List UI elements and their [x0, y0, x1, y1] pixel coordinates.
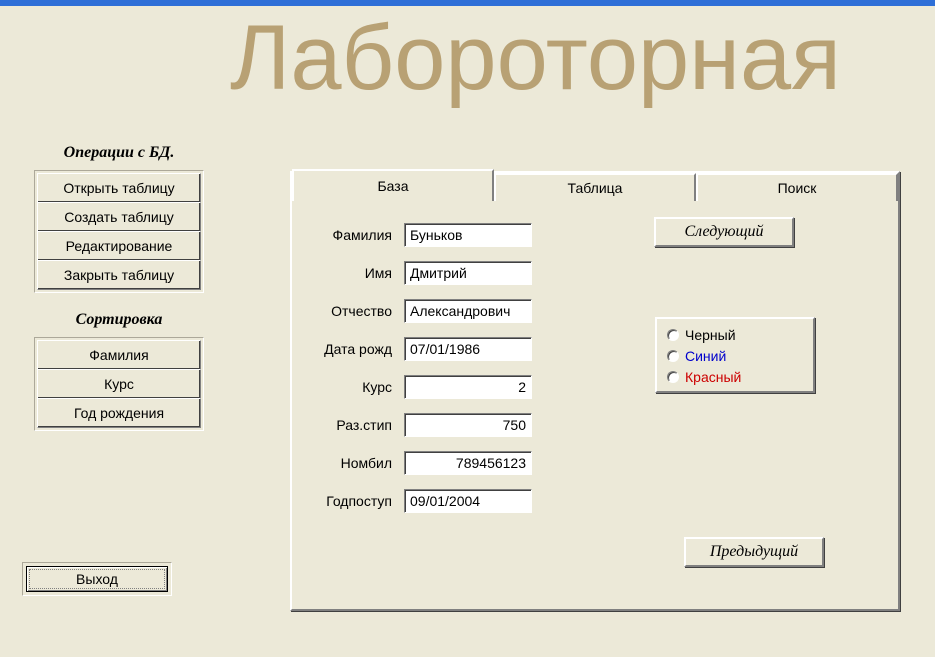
sort-course-button[interactable]: Курс	[37, 369, 201, 399]
sort-group: Фамилия Курс Год рождения	[34, 337, 204, 431]
row-enroll: Годпоступ	[304, 489, 886, 513]
input-surname[interactable]	[404, 223, 532, 247]
main-panel: База Таблица Поиск Фамилия Имя Отчество …	[290, 171, 900, 611]
radio-label-red: Красный	[685, 369, 741, 385]
input-patronymic[interactable]	[404, 299, 532, 323]
create-table-button[interactable]: Создать таблицу	[37, 202, 201, 232]
label-ticket: Номбил	[304, 455, 404, 471]
radio-label-blue: Синий	[685, 348, 726, 364]
sort-surname-button[interactable]: Фамилия	[37, 340, 201, 370]
edit-button[interactable]: Редактирование	[37, 231, 201, 261]
exit-button[interactable]: Выход	[26, 566, 168, 592]
input-course[interactable]	[404, 375, 532, 399]
tab-search[interactable]: Поиск	[696, 173, 898, 201]
row-stipend: Раз.стип	[304, 413, 886, 437]
open-table-button[interactable]: Открыть таблицу	[37, 173, 201, 203]
row-surname: Фамилия	[304, 223, 886, 247]
label-surname: Фамилия	[304, 227, 404, 243]
tab-table[interactable]: Таблица	[494, 173, 696, 201]
radio-color-black[interactable]: Черный	[667, 325, 803, 345]
radio-color-red[interactable]: Красный	[667, 367, 803, 387]
exit-panel: Выход	[22, 562, 172, 596]
input-enroll[interactable]	[404, 489, 532, 513]
radio-label-black: Черный	[685, 327, 736, 343]
radio-icon	[667, 371, 679, 383]
radio-color-blue[interactable]: Синий	[667, 346, 803, 366]
radio-icon	[667, 329, 679, 341]
label-enroll: Годпоступ	[304, 493, 404, 509]
sort-birthyear-button[interactable]: Год рождения	[37, 398, 201, 428]
row-ticket: Номбил	[304, 451, 886, 475]
label-birthdate: Дата рожд	[304, 341, 404, 357]
sort-heading: Сортировка	[34, 311, 204, 329]
color-radio-panel: Черный Синий Красный	[655, 317, 815, 393]
sidebar: Операции с БД. Открыть таблицу Создать т…	[34, 144, 204, 449]
input-stipend[interactable]	[404, 413, 532, 437]
operations-heading: Операции с БД.	[34, 144, 204, 162]
radio-icon	[667, 350, 679, 362]
app-root: Лабороторная Операции с БД. Открыть табл…	[0, 6, 935, 657]
prev-button[interactable]: Предыдущий	[684, 537, 824, 567]
input-ticket[interactable]	[404, 451, 532, 475]
row-name: Имя	[304, 261, 886, 285]
input-name[interactable]	[404, 261, 532, 285]
next-button[interactable]: Следующий	[654, 217, 794, 247]
label-stipend: Раз.стип	[304, 417, 404, 433]
operations-group: Открыть таблицу Создать таблицу Редактир…	[34, 170, 204, 293]
page-title: Лабороторная	[230, 6, 841, 111]
tab-base[interactable]: База	[292, 169, 494, 201]
label-name: Имя	[304, 265, 404, 281]
label-patronymic: Отчество	[304, 303, 404, 319]
label-course: Курс	[304, 379, 404, 395]
tab-strip: База Таблица Поиск	[292, 171, 898, 201]
close-table-button[interactable]: Закрыть таблицу	[37, 260, 201, 290]
input-birthdate[interactable]	[404, 337, 532, 361]
